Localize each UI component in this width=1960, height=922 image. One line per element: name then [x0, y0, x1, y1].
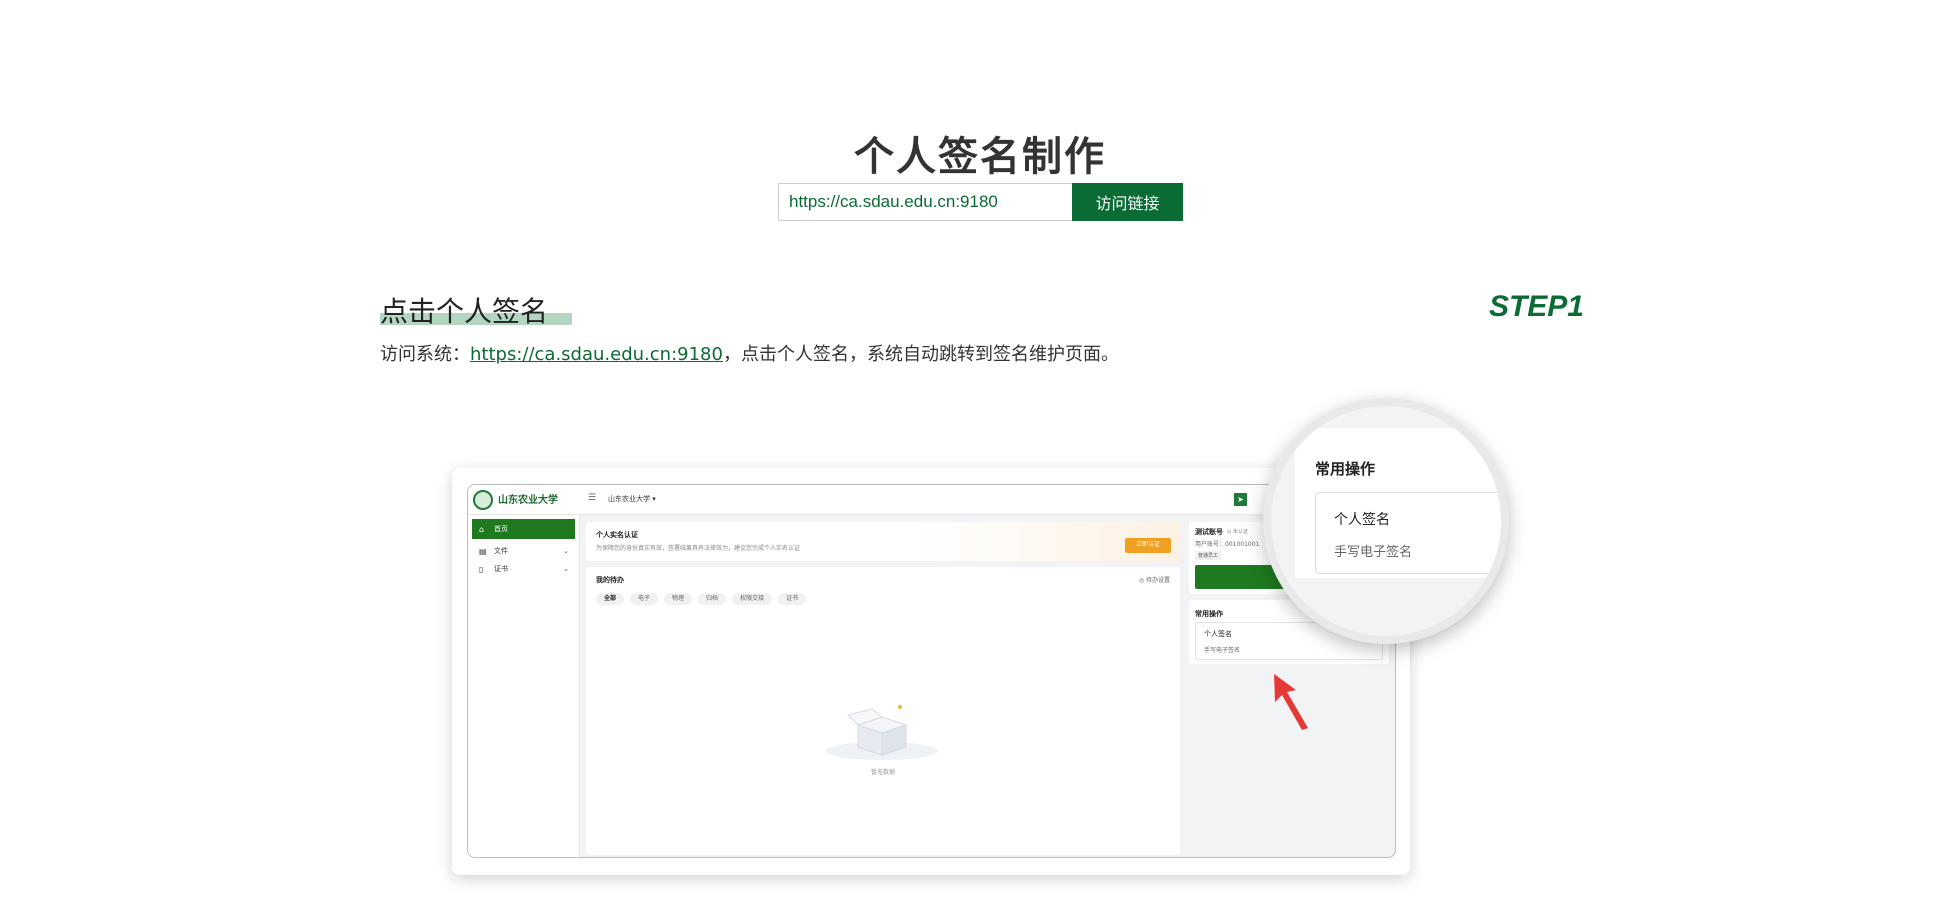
tab-all[interactable]: 全部	[596, 593, 625, 605]
empty-text: 暂无数据	[870, 769, 895, 776]
banner-title: 个人实名认证	[596, 531, 638, 539]
handwritten-signature-link[interactable]: 手写电子签名	[1204, 645, 1240, 654]
todo-settings-link[interactable]: ◎ 待办设置	[1139, 575, 1170, 584]
file-icon: ▤	[479, 546, 487, 556]
page: 个人签名制作 访问链接 点击个人签名 STEP1 访问系统：https://ca…	[0, 0, 1960, 922]
todo-title: 我的待办	[596, 576, 624, 584]
user-name: 测试账号	[1195, 528, 1223, 536]
tab-certificate[interactable]: 证书	[778, 593, 807, 605]
sidebar: ⌂ 首页 ▤ 文件 ⌄ ▯ 证书 ⌄	[468, 515, 580, 857]
step-title: 点击个人签名	[380, 295, 549, 328]
tab-electronic[interactable]: 电子	[630, 593, 659, 605]
magnifier-zoom: 常用操作 个人签名 手写电子签名	[1263, 398, 1509, 644]
step-badge: STEP1	[1488, 290, 1584, 323]
ops-title: 常用操作	[1195, 610, 1223, 618]
visit-link-button[interactable]: 访问链接	[1072, 183, 1183, 221]
university-logo-icon	[473, 490, 493, 510]
university-name: 山东农业大学	[498, 495, 558, 506]
user-account: 用户账号：001001001	[1195, 541, 1260, 548]
send-icon[interactable]: ➤	[1234, 493, 1247, 506]
chevron-down-icon: ⌄	[563, 547, 569, 555]
magnified-handwritten-signature[interactable]: 手写电子签名	[1334, 541, 1412, 560]
certificate-icon: ▯	[479, 564, 484, 574]
magnified-ops-title: 常用操作	[1315, 460, 1376, 478]
url-input[interactable]	[778, 183, 1072, 221]
pointer-arrow-icon	[1274, 674, 1308, 730]
personal-signature-link[interactable]: 个人签名	[1204, 629, 1232, 639]
tab-permission-transfer[interactable]: 权限交接	[732, 593, 773, 605]
home-icon: ⌂	[479, 524, 485, 534]
realname-banner: 个人实名认证 为保障您的身份真实有效，签署结果具有法律效力，建议您完成个人实名认…	[586, 522, 1180, 561]
magnified-ops-box: 个人签名 手写电子签名	[1315, 492, 1501, 574]
page-title: 个人签名制作	[854, 134, 1106, 180]
banner-description: 为保障您的身份真实有效，签署结果具有法律效力，建议您完成个人实名认证	[596, 545, 801, 552]
todo-panel: 我的待办 ◎ 待办设置 全部 电子 物理 归档 权限交接 证书 暂无数据	[586, 567, 1180, 855]
sidebar-item-label: 证书	[494, 565, 508, 573]
user-role-tag: 普通员工	[1195, 551, 1222, 560]
app-topbar: 山东农业大学 ☰ 山东农业大学 ▾ ➤	[468, 485, 1395, 515]
org-select[interactable]: 山东农业大学 ▾	[608, 494, 656, 504]
sidebar-item-label: 首页	[494, 525, 508, 533]
sidebar-item-certificate[interactable]: ▯ 证书 ⌄	[472, 559, 575, 579]
verify-now-button[interactable]: 立即认证	[1125, 538, 1171, 553]
menu-icon[interactable]: ☰	[588, 494, 597, 503]
step-description: 访问系统：https://ca.sdau.edu.cn:9180，点击个人签名，…	[380, 340, 1119, 366]
system-link[interactable]: https://ca.sdau.edu.cn:9180	[470, 344, 723, 365]
chevron-down-icon: ⌄	[563, 565, 569, 573]
tab-physical[interactable]: 物理	[664, 593, 693, 605]
tab-archive[interactable]: 归档	[698, 593, 727, 605]
auth-status: ◎ 未认证	[1227, 529, 1248, 535]
url-bar: 访问链接	[778, 183, 1183, 221]
sidebar-item-label: 文件	[494, 547, 508, 555]
magnified-personal-signature[interactable]: 个人签名	[1334, 509, 1390, 529]
screenshot-frame: 山东农业大学 ☰ 山东农业大学 ▾ ➤ ⌂ 首页 ▤ 文件 ⌄ ▯ 证书 ⌄ 个…	[467, 484, 1396, 858]
empty-box-icon	[826, 705, 938, 760]
step-desc-suffix: ，点击个人签名，系统自动跳转到签名维护页面。	[722, 344, 1119, 365]
todo-tabs: 全部 电子 物理 归档 权限交接 证书	[596, 593, 807, 605]
sidebar-item-file[interactable]: ▤ 文件 ⌄	[472, 541, 575, 561]
step-desc-prefix: 访问系统：	[380, 344, 470, 365]
sidebar-item-home[interactable]: ⌂ 首页	[472, 519, 575, 539]
